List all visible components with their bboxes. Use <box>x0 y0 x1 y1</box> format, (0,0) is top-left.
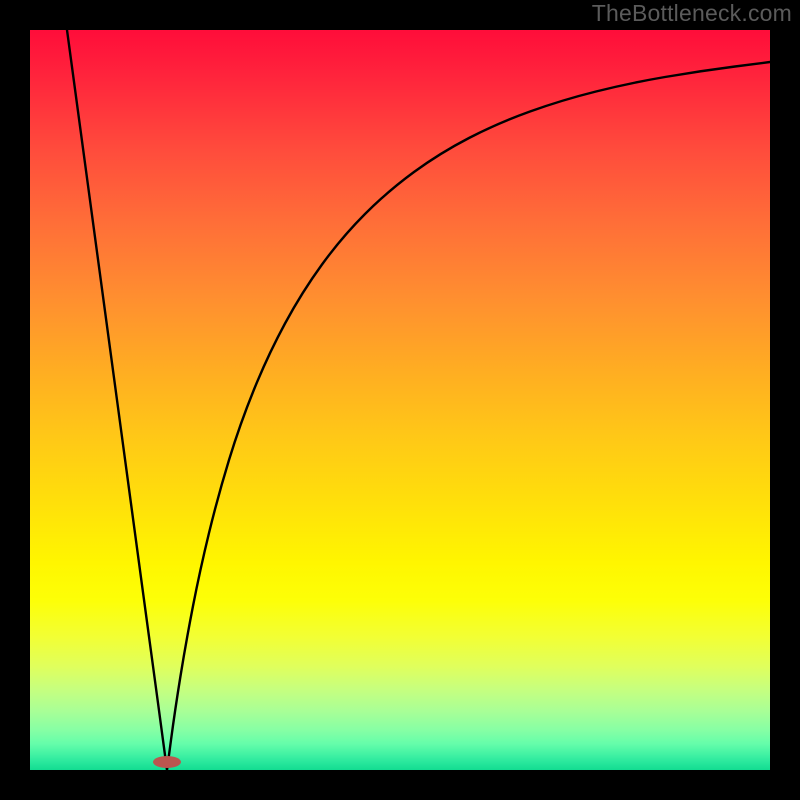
plot-area <box>30 30 770 770</box>
minimum-marker <box>153 756 181 768</box>
bottleneck-curve <box>67 30 770 770</box>
chart-frame: TheBottleneck.com <box>0 0 800 800</box>
watermark-text: TheBottleneck.com <box>592 0 792 27</box>
curve-svg <box>30 30 770 770</box>
